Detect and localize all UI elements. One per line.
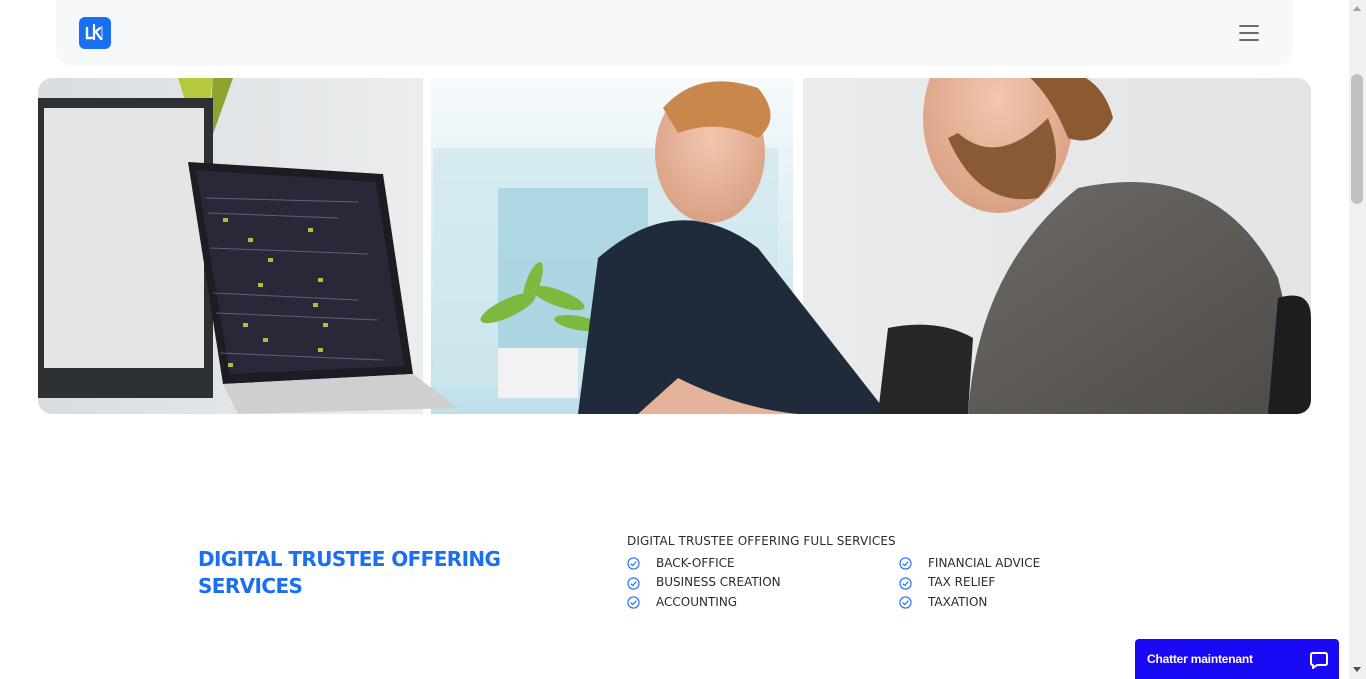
chat-button[interactable]: Chatter maintenant	[1135, 639, 1339, 679]
check-circle-icon	[627, 577, 640, 590]
scroll-down-arrow-icon[interactable]	[1353, 667, 1361, 672]
hero-image	[38, 78, 1311, 414]
check-circle-icon	[899, 577, 912, 590]
brand-logo[interactable]	[79, 17, 111, 49]
service-label: BACK-OFFICE	[656, 555, 735, 570]
list-item: TAX RELIEF	[899, 573, 1040, 593]
check-circle-icon	[627, 596, 640, 609]
check-circle-icon	[899, 596, 912, 609]
list-item: FINANCIAL ADVICE	[899, 553, 1040, 573]
list-item: TAXATION	[899, 592, 1040, 612]
list-item: BUSINESS CREATION	[627, 573, 781, 593]
list-item: ACCOUNTING	[627, 592, 781, 612]
service-label: BUSINESS CREATION	[656, 575, 781, 590]
list-item: BACK-OFFICE	[627, 553, 781, 573]
check-circle-icon	[627, 557, 640, 570]
hamburger-menu-icon[interactable]	[1238, 22, 1260, 44]
services-list-right: FINANCIAL ADVICE TAX RELIEF TAXATION	[899, 553, 1040, 612]
scroll-up-arrow-icon[interactable]	[1353, 6, 1361, 11]
service-label: ACCOUNTING	[656, 594, 738, 609]
service-label: TAXATION	[928, 594, 988, 609]
scroll-thumb[interactable]	[1351, 74, 1363, 204]
section-title: DIGITAL TRUSTEE OFFERING SERVICES	[198, 547, 501, 598]
service-label: TAX RELIEF	[928, 575, 996, 590]
chat-bubble-icon	[1310, 652, 1328, 669]
services-subtitle: DIGITAL TRUSTEE OFFERING FULL SERVICES	[627, 534, 896, 548]
site-header	[56, 0, 1293, 66]
services-list-left: BACK-OFFICE BUSINESS CREATION ACCOUNTING	[627, 553, 781, 612]
page-scrollbar[interactable]	[1349, 0, 1366, 679]
service-label: FINANCIAL ADVICE	[928, 555, 1041, 570]
chat-label: Chatter maintenant	[1147, 652, 1253, 666]
check-circle-icon	[899, 557, 912, 570]
